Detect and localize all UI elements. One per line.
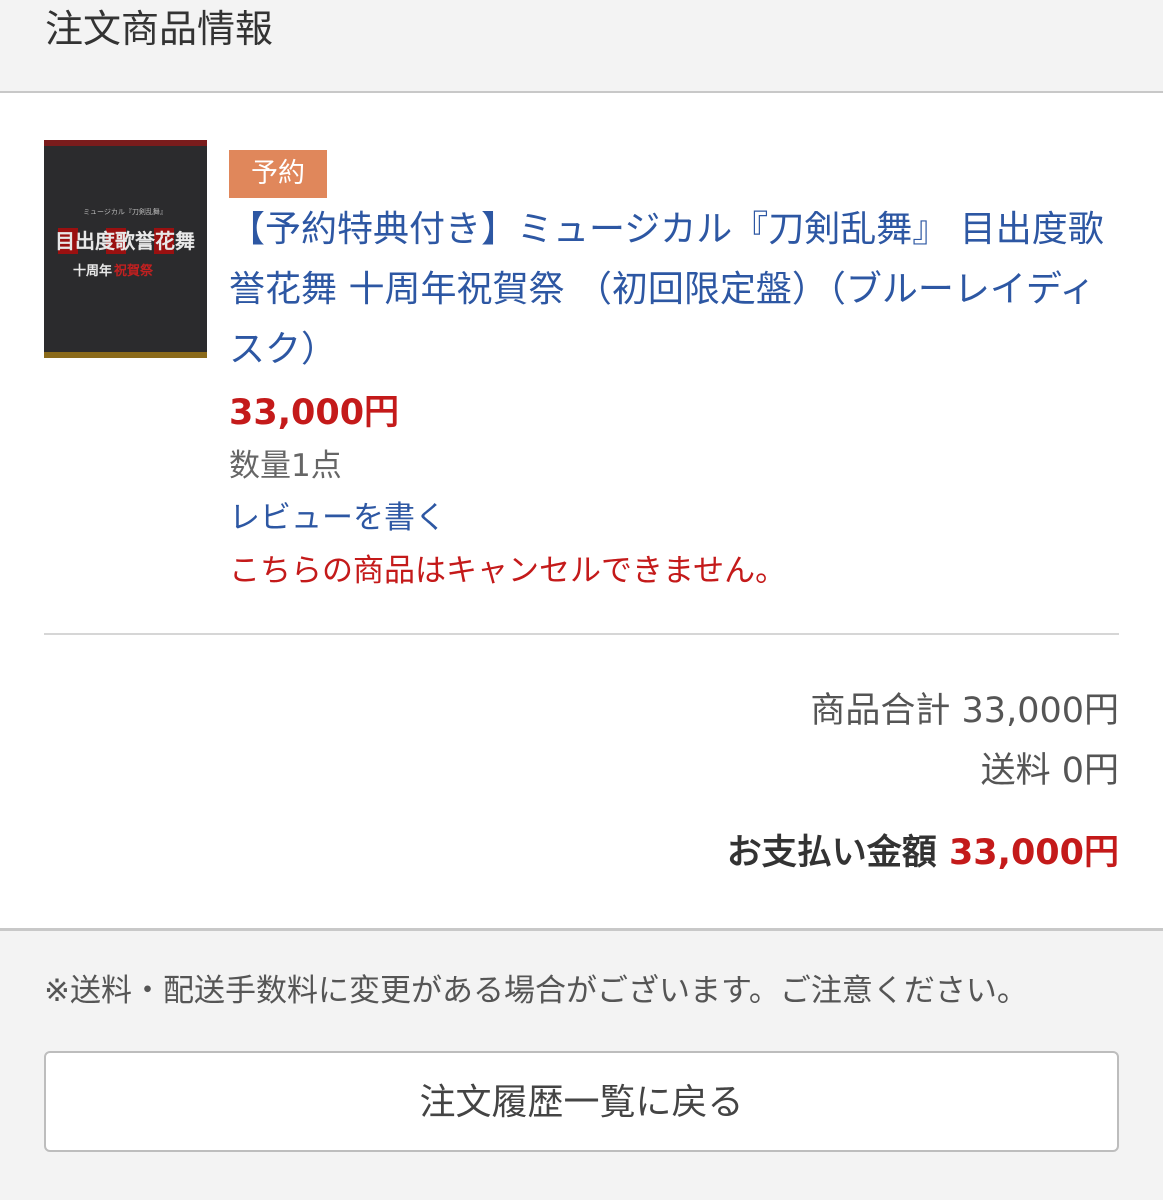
product-thumbnail-image: ミュージカル『刀剣乱舞』 目出度歌誉花舞 十周年 祝賀祭 [44, 140, 207, 358]
product-price: 33,000円 [229, 393, 400, 433]
thumbnail-main-text: 目出度歌誉花舞 [55, 229, 195, 253]
order-item-page: 注文商品情報 ミュージカル『刀剣乱舞』 目出度歌誉花舞 十周年 祝賀祭 予約 【… [0, 0, 1163, 1200]
thumbnail-sub-text: 十周年 [73, 263, 112, 279]
back-to-order-history-button[interactable]: 注文履歴一覧に戻る [44, 1051, 1119, 1152]
thumbnail-sub-text-red: 祝賀祭 [114, 263, 154, 279]
product-title-link[interactable]: 【予約特典付き】ミュージカル『刀剣乱舞』 目出度歌誉花舞 十周年祝賀祭 （初回限… [229, 200, 1129, 380]
payment-total-row: お支払い金額 33,000円 [727, 823, 1119, 883]
section-header: 注文商品情報 [0, 0, 1163, 93]
cancel-not-allowed-note: こちらの商品はキャンセルできません。 [229, 553, 787, 589]
thumbnail-top-text: ミュージカル『刀剣乱舞』 [83, 207, 167, 216]
product-quantity: 数量1点 [229, 448, 342, 484]
product-thumbnail[interactable]: ミュージカル『刀剣乱舞』 目出度歌誉花舞 十周年 祝賀祭 [44, 140, 207, 358]
preorder-badge: 予約 [229, 150, 327, 198]
product-card: ミュージカル『刀剣乱舞』 目出度歌誉花舞 十周年 祝賀祭 予約 【予約特典付き】… [0, 93, 1163, 928]
payment-total-amount: 33,000円 [948, 833, 1119, 873]
payment-total-label: お支払い金額 [726, 833, 937, 873]
write-review-link[interactable]: レビューを書く [229, 496, 446, 540]
shipping-row: 送料 0円 [980, 751, 1119, 791]
order-totals: 商品合計 33,000円 送料 0円 お支払い金額 33,000円 [727, 681, 1119, 883]
subtotal-row: 商品合計 33,000円 [810, 691, 1119, 731]
divider [44, 633, 1119, 635]
footer-area: ※送料・配送手数料に変更がある場合がございます。ご注意ください。 注文履歴一覧に… [0, 928, 1163, 1200]
section-title: 注文商品情報 [45, 7, 274, 51]
shipping-change-notice: ※送料・配送手数料に変更がある場合がございます。ご注意ください。 [44, 973, 1028, 1009]
